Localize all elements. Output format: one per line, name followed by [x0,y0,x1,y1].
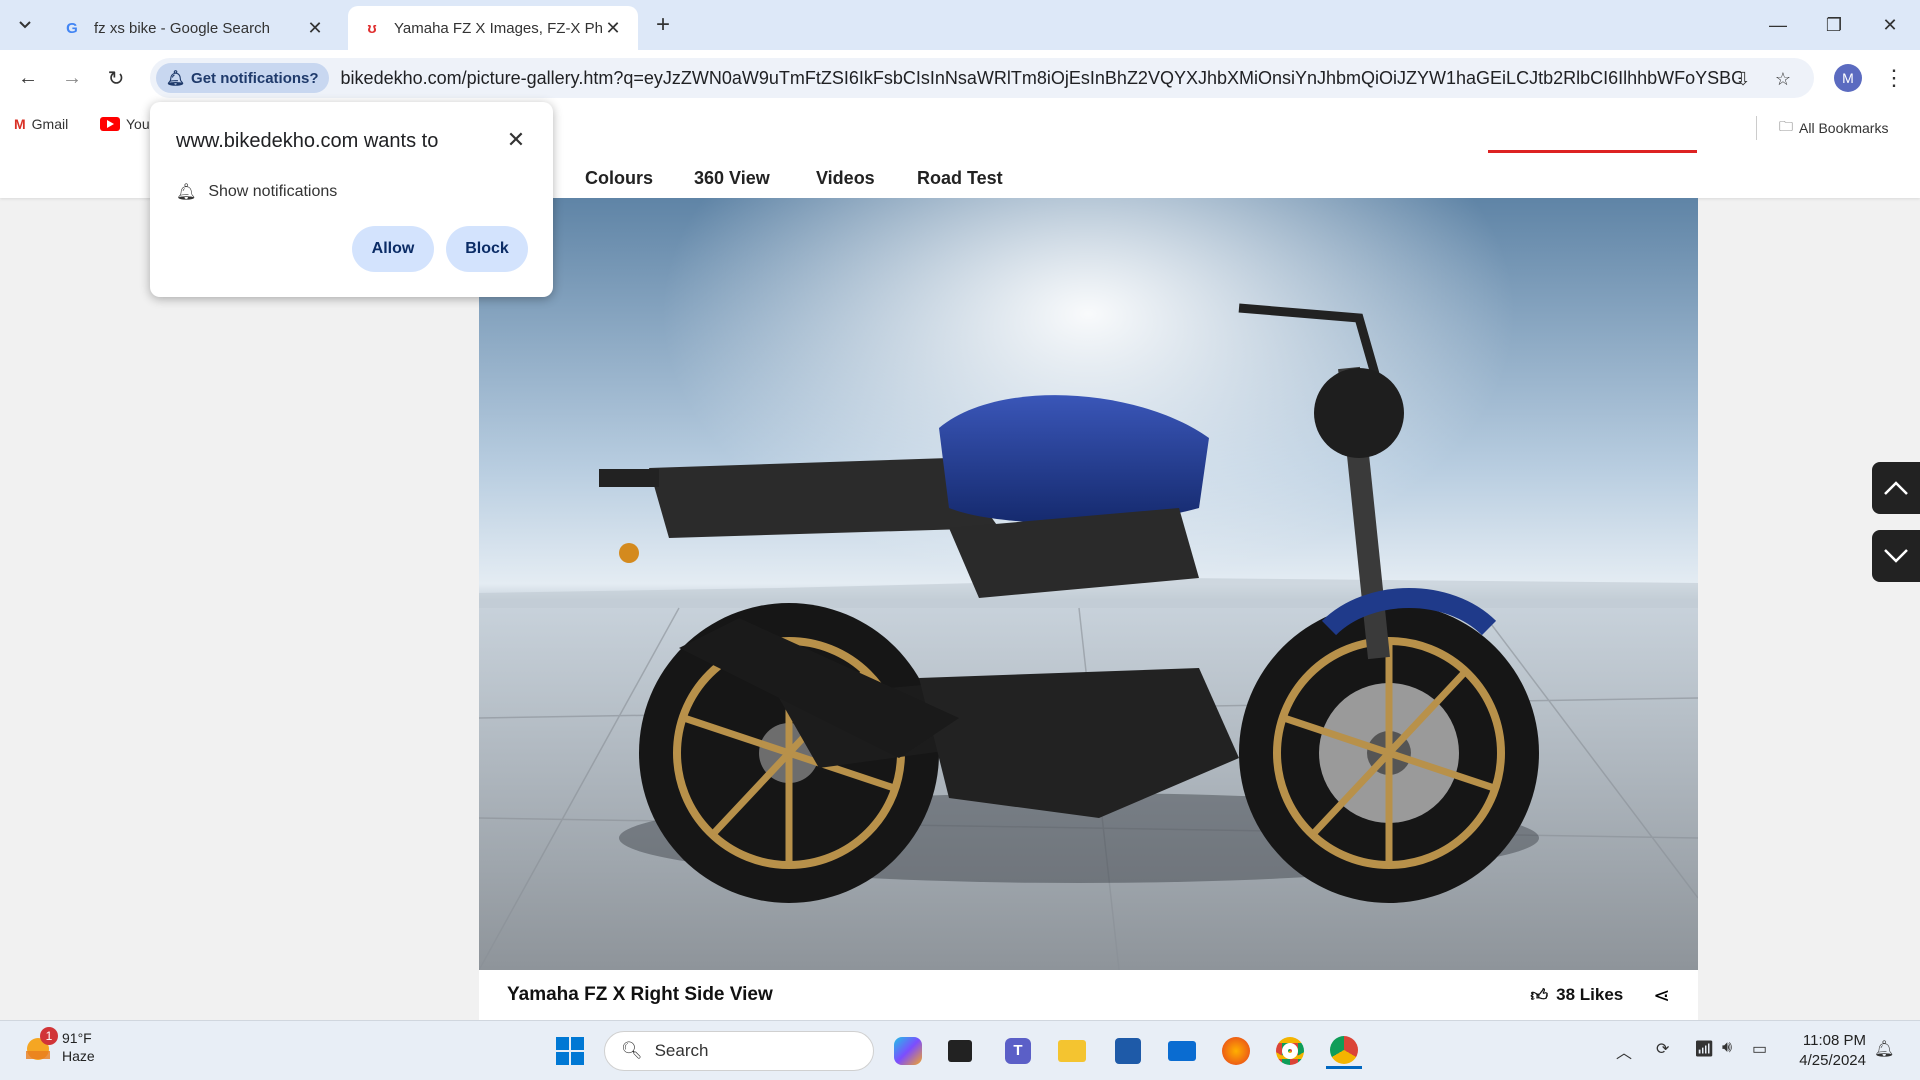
close-tab-icon[interactable]: ✕ [602,17,624,39]
close-window-button[interactable]: ✕ [1862,0,1918,50]
teams-icon[interactable]: T [1000,1033,1036,1069]
youtube-icon [100,117,120,131]
windows-start-icon[interactable] [552,1033,588,1069]
windows-taskbar: 1 91°F Haze 🔍︎ Search T ︿ ⟳ 📶︎ 🔊︎ ▭ 11:0… [0,1020,1920,1080]
system-clock[interactable]: 11:08 PM 4/25/2024 [1786,1031,1866,1071]
clock-time: 11:08 PM [1802,1032,1866,1049]
scroll-up-button[interactable] [1872,462,1920,514]
minimize-button[interactable]: — [1750,0,1806,50]
bell-icon: 🔔︎ [166,70,186,87]
weather-condition: Haze [62,1048,95,1064]
subnav-360-view[interactable]: 360 View [694,168,770,188]
share-icon[interactable]: ⋖ [1653,983,1670,1008]
tab-bar: G fz xs bike - Google Search ✕ ʊ Yamaha … [0,0,1920,50]
search-icon: 🔍︎ [621,1041,643,1060]
allow-button[interactable]: Allow [352,226,434,272]
block-button[interactable]: Block [446,226,528,272]
weather-alert-badge: 1 [40,1027,58,1045]
popup-title: www.bikedekho.com wants to [176,130,439,152]
bookmark-youtube[interactable]: You [100,116,150,132]
all-bookmarks[interactable]: 🗀︎ All Bookmarks [1756,116,1888,140]
taskbar-search[interactable]: 🔍︎ Search [604,1031,874,1071]
url-text[interactable]: bikedekho.com/picture-gallery.htm?q=eyJz… [341,68,1741,89]
tab-google-search[interactable]: G fz xs bike - Google Search ✕ [48,6,340,50]
battery-icon[interactable]: ▭ [1752,1039,1767,1059]
bikedekho-icon: ʊ [367,19,377,37]
address-bar[interactable]: 🔔︎ Get notifications? bikedekho.com/pict… [150,58,1814,98]
sync-icon[interactable]: ⟳ [1656,1039,1669,1059]
active-indicator [1488,150,1697,153]
reload-button[interactable]: ↻ [100,62,132,94]
subnav-videos[interactable]: Videos [816,168,875,188]
all-bookmarks-label: All Bookmarks [1799,120,1889,136]
tab-bikedekho[interactable]: ʊ Yamaha FZ X Images, FZ-X Phot ✕ [348,6,638,50]
profile-avatar[interactable]: M [1834,64,1862,92]
google-icon: G [66,19,78,37]
notification-chip-label: Get notifications? [191,69,319,87]
volume-icon[interactable]: 🔊︎ [1722,1039,1732,1057]
image-caption-bar: Yamaha FZ X Right Side View 👍︎ 38 Likes … [479,970,1698,1020]
back-button[interactable]: ← [12,62,44,94]
like-button[interactable]: 👍︎ 38 Likes [1530,985,1623,1006]
temperature: 91°F [62,1030,92,1046]
chevron-down-icon [1884,549,1908,563]
subnav-colours[interactable]: Colours [585,168,653,188]
bookmark-star-icon[interactable]: ☆ [1770,66,1796,92]
mail-icon[interactable] [1164,1033,1200,1069]
permission-label: Show notifications [208,183,338,200]
close-popup-icon[interactable]: ✕ [502,126,530,154]
permission-row: 🔔︎ Show notifications [176,182,337,202]
new-tab-button[interactable]: + [650,11,676,38]
restore-button[interactable]: ❐ [1806,0,1862,50]
thumbs-up-icon: 👍︎ [1530,985,1549,1005]
copilot-icon[interactable] [890,1033,926,1069]
gmail-icon: M [14,116,26,132]
bookmark-label: You [126,116,150,132]
tab-title: fz xs bike - Google Search [94,19,270,37]
bell-icon: 🔔︎ [176,184,197,201]
close-tab-icon[interactable]: ✕ [304,17,326,39]
chrome-active-icon[interactable] [1326,1033,1362,1069]
clock-date: 4/25/2024 [1799,1052,1866,1069]
chevron-up-icon [1884,481,1908,495]
weather-sun-icon: 1 [22,1027,58,1063]
install-app-icon[interactable]: ⇩ [1730,66,1756,92]
notification-chip[interactable]: 🔔︎ Get notifications? [156,63,329,93]
search-placeholder: Search [654,1041,709,1060]
browser-menu-icon[interactable]: ⋮ [1880,62,1908,94]
notification-bell-icon[interactable]: 🔔︎ [1874,1039,1894,1059]
task-view-icon[interactable] [942,1033,978,1069]
chevron-down-icon [19,21,31,29]
folder-icon: 🗀︎ [1779,118,1793,134]
notification-permission-popup: www.bikedekho.com wants to ✕ 🔔︎ Show not… [150,102,553,297]
image-caption: Yamaha FZ X Right Side View [507,984,773,1005]
bookmark-label: Gmail [31,116,69,132]
chrome-icon[interactable] [1272,1033,1308,1069]
likes-count: 38 Likes [1556,985,1624,1004]
motorcycle-image[interactable] [479,198,1698,970]
weather-widget[interactable]: 1 91°F Haze [22,1027,95,1065]
tab-title: Yamaha FZ X Images, FZ-X Phot [394,19,602,37]
bookmark-gmail[interactable]: M Gmail [14,116,68,132]
tab-search-button[interactable] [12,12,38,38]
show-hidden-icons[interactable]: ︿ [1616,1039,1632,1063]
subnav-road-test[interactable]: Road Test [917,168,1003,188]
firefox-icon[interactable] [1218,1033,1254,1069]
scroll-down-button[interactable] [1872,530,1920,582]
wifi-icon[interactable]: 📶︎ [1694,1039,1714,1059]
browser-toolbar: ← → ↻ 🔔︎ Get notifications? bikedekho.co… [0,50,1920,106]
forward-button[interactable]: → [56,62,88,94]
microsoft-store-icon[interactable] [1110,1033,1146,1069]
file-explorer-icon[interactable] [1054,1033,1090,1069]
motorcycle-photo [479,198,1698,970]
